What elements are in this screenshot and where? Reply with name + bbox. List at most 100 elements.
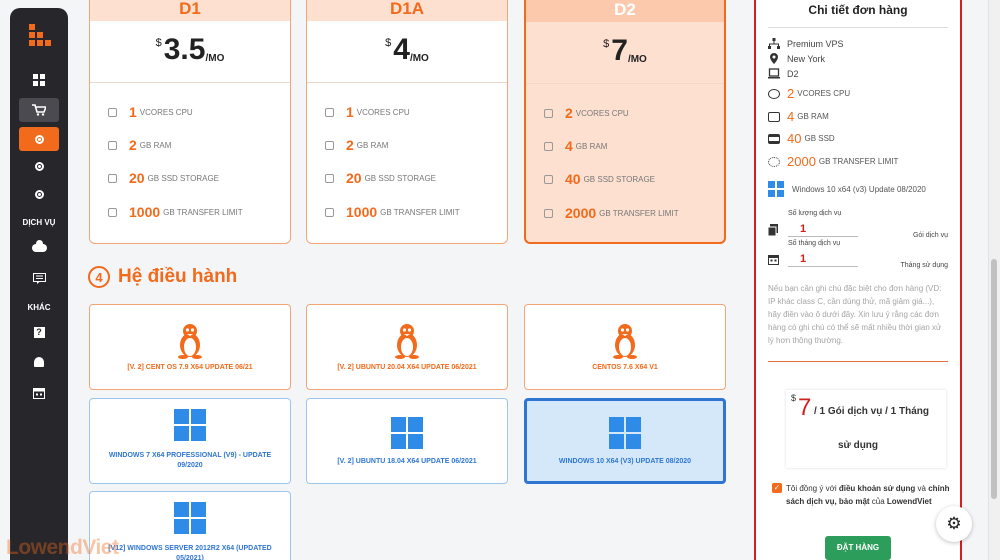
- os-option-win7[interactable]: WINDOWS 7 X64 PROFESSIONAL (V9) - UPDATE…: [89, 398, 291, 484]
- sidebar: DỊCH VỤ KHÁC ?: [10, 8, 68, 560]
- linux-icon: [613, 324, 637, 359]
- radio-icon[interactable]: [19, 182, 59, 206]
- os-label: WINDOWS 7 X64 PROFESSIONAL (V9) - UPDATE…: [108, 452, 272, 469]
- plan-price: $3.5/MO: [90, 21, 290, 83]
- spec-cpu: 2 VCORES CPU: [544, 105, 629, 121]
- windows-icon: [391, 417, 423, 449]
- os-option-centos76[interactable]: CENTOS 7.6 X64 V1: [524, 304, 726, 390]
- settings-gear-icon[interactable]: ⚙: [936, 506, 972, 542]
- order-total: $ 7 / 1 Gói dịch vụ / 1 Tháng sử dụng: [786, 390, 946, 468]
- section-title-os: 4 Hệ điều hành: [88, 266, 237, 288]
- plan-name: D2: [526, 0, 724, 22]
- plan-name: D1A: [307, 0, 507, 21]
- order-plan: D2: [768, 68, 799, 79]
- page: DỊCH VỤ KHÁC ? D1 $3.5/MO 1 VCORES CPU 2G…: [0, 0, 1000, 560]
- windows-icon: [768, 181, 784, 197]
- cpu-icon: [768, 88, 780, 99]
- os-label: [V. 2] UBUNTU 18.04 X64 UPDATE 06/2021: [337, 458, 477, 465]
- order-cpu: 2 VCORES CPU: [768, 86, 850, 101]
- radio-icon[interactable]: [19, 154, 59, 178]
- sitemap-icon: [768, 38, 780, 49]
- terms-agreement: ✓ Tôi đồng ý với điều khoản sử dụng và c…: [772, 483, 950, 506]
- os-option-ubuntu1804[interactable]: [V. 2] UBUNTU 18.04 X64 UPDATE 06/2021: [306, 398, 508, 484]
- order-ssd: 40 GB SSD: [768, 131, 835, 146]
- months-suffix: Tháng sử dụng: [900, 262, 949, 269]
- qty-input[interactable]: 1: [788, 223, 858, 237]
- plan-card-d1[interactable]: D1 $3.5/MO 1 VCORES CPU 2 GB RAM 20 GB SSD …: [89, 0, 291, 244]
- spec-transfer: 1000 GB TRANSFER LIMIT: [108, 204, 243, 220]
- transfer-icon: [544, 208, 553, 218]
- os-label: [V. 2] CENT OS 7.9 X64 UPDATE 06/21: [127, 364, 253, 371]
- plan-card-d1a[interactable]: D1A $4/MO 1 VCORES CPU 2 GB RAM 20 GB SSD S…: [306, 0, 508, 244]
- windows-icon: [609, 417, 641, 449]
- transfer-icon: [325, 207, 334, 217]
- plan-name: D1: [90, 0, 290, 21]
- radio-icon[interactable]: [19, 127, 59, 151]
- order-button[interactable]: ĐẶT HÀNG: [825, 536, 891, 560]
- os-option-winserver2012[interactable]: [V12] WINDOWS SERVER 2012R2 X64 (UPDATED…: [89, 491, 291, 560]
- order-panel: Chi tiết đơn hàng Premium VPS New York D…: [754, 0, 962, 560]
- terms-checkbox[interactable]: ✓: [772, 483, 782, 493]
- list-icon[interactable]: [19, 266, 59, 290]
- cpu-icon: [108, 107, 117, 117]
- windows-icon: [174, 502, 206, 534]
- qty-label: Số lượng dịch vụ: [788, 210, 842, 217]
- os-label: [V. 2] UBUNTU 20.04 X64 UPDATE 06/2021: [337, 364, 477, 371]
- spec-ram: 2 GB RAM: [108, 137, 171, 153]
- dashboard-icon[interactable]: [19, 68, 59, 92]
- ram-icon: [108, 140, 117, 150]
- total-period: / 1 Gói dịch vụ / 1 Tháng: [814, 406, 930, 417]
- bell-icon[interactable]: [19, 350, 59, 374]
- ram-icon: [544, 141, 553, 151]
- os-option-centos79[interactable]: [V. 2] CENT OS 7.9 X64 UPDATE 06/21: [89, 304, 291, 390]
- plan-price: $7/MO: [526, 22, 724, 84]
- scrollbar-thumb[interactable]: [991, 259, 997, 499]
- spec-transfer: 2000 GB TRANSFER LIMIT: [544, 205, 679, 221]
- help-icon[interactable]: ?: [19, 320, 59, 344]
- spec-transfer: 1000 GB TRANSFER LIMIT: [325, 204, 460, 220]
- server-icon: [768, 133, 780, 144]
- sidebar-section-services: DỊCH VỤ: [22, 218, 56, 227]
- step-number: 4: [88, 266, 110, 288]
- spec-cpu: 1 VCORES CPU: [325, 104, 410, 120]
- spec-ssd: 20 GB SSD STORAGE: [325, 170, 436, 186]
- months-input[interactable]: 1: [788, 253, 858, 267]
- months-label: Số tháng dịch vụ: [788, 240, 841, 247]
- total-amount: 7: [798, 394, 812, 421]
- windows-icon: [174, 409, 206, 441]
- copy-icon: [768, 224, 778, 236]
- sidebar-section-other: KHÁC: [27, 303, 51, 312]
- spec-ssd: 40 GB SSD STORAGE: [544, 171, 655, 187]
- memory-icon: [768, 111, 780, 122]
- qty-suffix: Gói dịch vụ: [912, 232, 948, 239]
- section-title-text: Hệ điều hành: [118, 266, 238, 287]
- cpu-icon: [544, 108, 553, 118]
- calendar-icon[interactable]: [19, 381, 59, 405]
- os-option-win10[interactable]: WINDOWS 10 X64 (V3) UPDATE 08/2020: [524, 398, 726, 484]
- divider: [768, 27, 948, 28]
- order-location: New York: [768, 53, 825, 64]
- logo-icon[interactable]: [29, 24, 51, 46]
- plan-price: $4/MO: [307, 21, 507, 83]
- laptop-icon: [768, 68, 780, 79]
- plan-card-d2[interactable]: D2 $7/MO 2 VCORES CPU 4 GB RAM 40 GB SSD ST…: [524, 0, 726, 244]
- linux-icon: [178, 324, 202, 359]
- ram-icon: [325, 140, 334, 150]
- calendar-icon: [768, 255, 779, 265]
- linux-icon: [395, 324, 419, 359]
- cart-icon[interactable]: [19, 98, 59, 122]
- cloud-icon[interactable]: [19, 236, 59, 260]
- order-note-textarea[interactable]: Nếu bạn cần ghi chú đặc biệt cho đơn hàn…: [768, 282, 948, 362]
- order-os: Windows 10 x64 (v3) Update 08/2020: [768, 181, 926, 197]
- os-label: CENTOS 7.6 X64 V1: [592, 364, 658, 371]
- os-label: [V12] WINDOWS SERVER 2012R2 X64 (UPDATED…: [108, 545, 272, 560]
- terms-link[interactable]: điều khoản sử dụng: [839, 484, 915, 493]
- os-option-ubuntu2004[interactable]: [V. 2] UBUNTU 20.04 X64 UPDATE 06/2021: [306, 304, 508, 390]
- spec-ram: 4 GB RAM: [544, 138, 607, 154]
- spec-ssd: 20 GB SSD STORAGE: [108, 170, 219, 186]
- os-label: WINDOWS 10 X64 (V3) UPDATE 08/2020: [558, 458, 692, 465]
- spec-ram: 2 GB RAM: [325, 137, 388, 153]
- order-title: Chi tiết đơn hàng: [808, 3, 908, 17]
- ssd-icon: [325, 173, 334, 183]
- order-product: Premium VPS: [768, 38, 844, 49]
